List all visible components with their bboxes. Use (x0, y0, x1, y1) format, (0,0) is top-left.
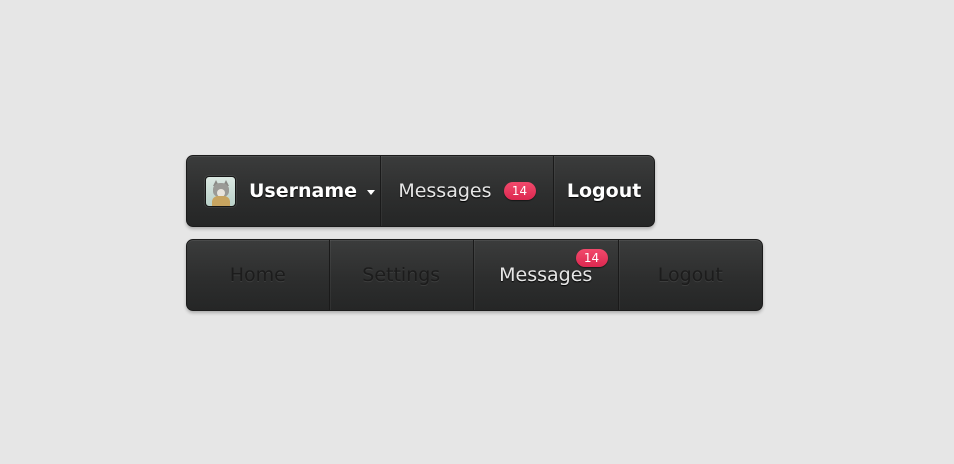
messages-label: Messages (398, 180, 492, 202)
username-label: Username (249, 180, 358, 202)
nav-item-home[interactable]: Home (187, 240, 329, 310)
logout-label: Logout (566, 180, 642, 202)
messages-count-badge: 14 (575, 249, 608, 267)
cat-avatar-icon[interactable] (205, 175, 236, 207)
user-nav-bar: Username Messages 14 Logout (186, 155, 655, 227)
nav-item-messages[interactable]: Messages 14 (473, 240, 618, 310)
nav-item-settings[interactable]: Settings (328, 240, 474, 310)
messages-count-badge: 14 (503, 182, 536, 200)
user-menu-button[interactable]: Username (187, 156, 380, 226)
nav-item-label: Home (229, 264, 286, 286)
nav-item-label: Settings (362, 264, 441, 286)
main-nav-bar: Home Settings Messages 14 Logout (186, 239, 763, 311)
page: Username Messages 14 Logout Home Setting… (0, 0, 954, 464)
caret-down-icon[interactable] (367, 190, 376, 195)
nav-item-label: Messages (499, 264, 593, 286)
nav-item-logout[interactable]: Logout (617, 240, 763, 310)
logout-button[interactable]: Logout (553, 156, 654, 226)
messages-button[interactable]: Messages 14 (379, 156, 554, 226)
nav-item-label: Logout (657, 264, 723, 286)
